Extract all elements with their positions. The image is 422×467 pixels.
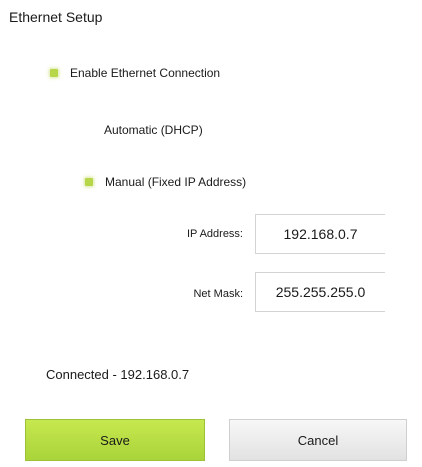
page-title: Ethernet Setup	[9, 9, 103, 25]
cancel-button[interactable]: Cancel	[229, 419, 407, 461]
connection-status: Connected - 192.168.0.7	[46, 367, 190, 382]
net-mask-input[interactable]	[255, 272, 385, 312]
unselected-indicator-icon	[84, 126, 92, 134]
manual-ip-label: Manual (Fixed IP Address)	[105, 175, 247, 189]
ip-address-input[interactable]	[255, 214, 385, 254]
ip-address-label: IP Address:	[186, 228, 243, 240]
ethernet-setup-screen: Ethernet Setup Enable Ethernet Connectio…	[0, 0, 422, 467]
net-mask-label: Net Mask:	[193, 288, 243, 300]
automatic-dhcp-label: Automatic (DHCP)	[104, 123, 203, 137]
automatic-dhcp-option[interactable]: Automatic (DHCP)	[84, 123, 203, 137]
selected-indicator-icon	[50, 69, 58, 77]
manual-ip-option[interactable]: Manual (Fixed IP Address)	[85, 175, 246, 189]
enable-ethernet-label: Enable Ethernet Connection	[70, 66, 221, 80]
selected-indicator-icon	[85, 178, 93, 186]
save-button[interactable]: Save	[25, 419, 205, 461]
enable-ethernet-option[interactable]: Enable Ethernet Connection	[50, 66, 220, 80]
